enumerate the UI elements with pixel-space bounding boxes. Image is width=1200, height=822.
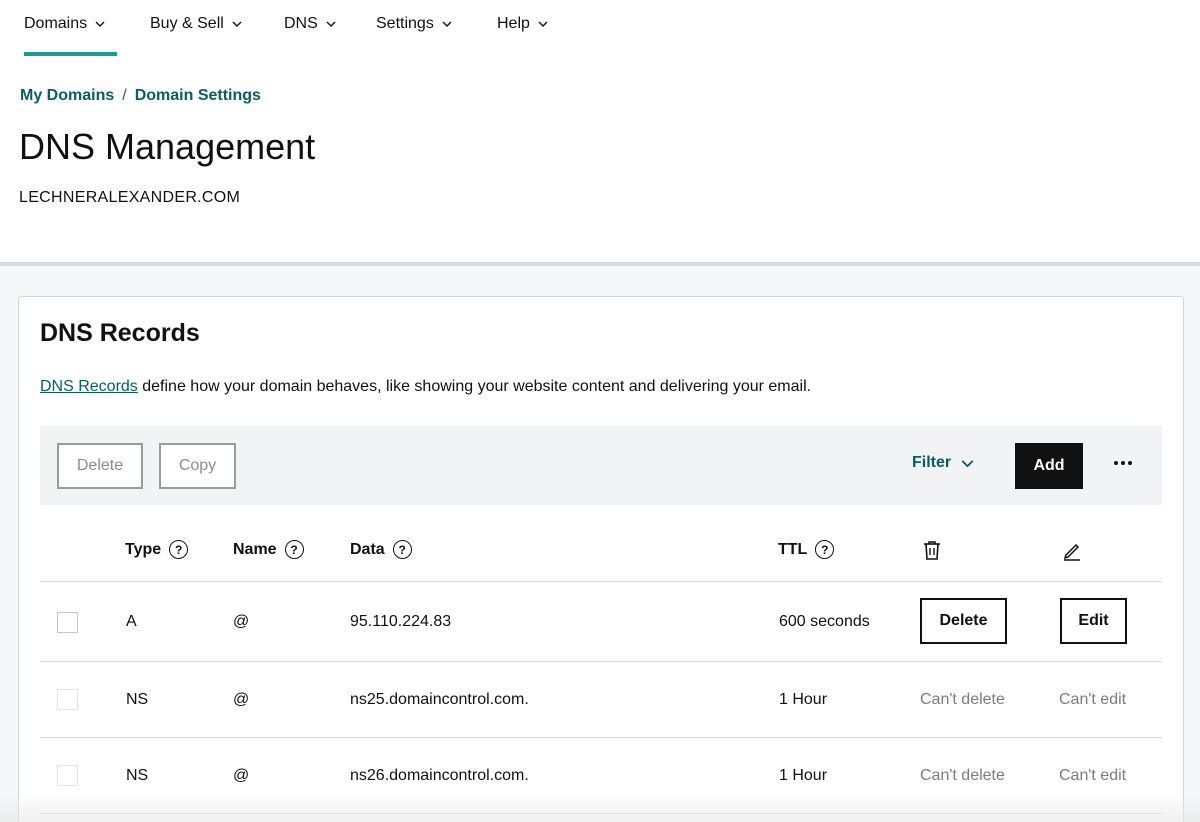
record-data: ns26.domaincontrol.com. [350,767,529,784]
row-checkbox[interactable] [57,612,78,633]
column-header-label: TTL [778,540,808,558]
record-type: NS [126,767,149,784]
chevron-down-icon [326,21,336,27]
nav-item-domains[interactable]: Domains [24,12,105,36]
table-divider [40,737,1162,738]
record-ttl: 1 Hour [779,691,828,708]
delete-selected-button[interactable]: Delete [57,443,143,489]
nav-item-label: Buy & Sell [150,15,224,32]
column-header-data: Data ? [350,540,412,559]
row-checkbox [57,765,78,786]
cant-edit-label: Can't edit [1059,767,1127,784]
record-ttl: 600 seconds [779,613,870,630]
nav-item-label: DNS [284,15,318,32]
record-data: ns25.domaincontrol.com. [350,691,529,708]
record-ttl: 1 Hour [779,767,828,784]
record-name: @ [233,767,250,784]
filter-dropdown[interactable]: Filter [912,454,974,472]
help-icon[interactable]: ? [815,540,835,559]
copy-selected-button[interactable]: Copy [159,443,236,489]
table-divider [40,661,1162,662]
filter-label: Filter [912,454,952,471]
column-header-type: Type ? [125,540,189,559]
trash-icon [924,541,940,560]
cant-edit-label: Can't edit [1059,691,1127,708]
chevron-down-icon [232,21,242,27]
cant-delete-label: Can't delete [920,767,1005,784]
table-divider [40,581,1162,582]
record-name: @ [233,613,250,630]
column-header-label: Name [233,540,277,558]
nav-item-help[interactable]: Help [497,12,548,36]
row-checkbox [57,689,78,710]
column-header-ttl: TTL ? [778,540,835,559]
nav-item-dns[interactable]: DNS [284,12,336,36]
delete-record-button[interactable]: Delete [920,598,1007,644]
breadcrumb-my-domains[interactable]: My Domains [20,87,114,105]
help-icon[interactable]: ? [169,540,189,559]
add-record-button[interactable]: Add [1015,443,1083,489]
scroll-fade [0,792,1200,822]
chevron-down-icon [95,21,105,27]
column-header-name: Name ? [233,540,304,559]
dns-records-link[interactable]: DNS Records [40,378,138,395]
chevron-down-icon [538,21,548,27]
dns-records-card: DNS Records DNS Records define how your … [18,296,1184,822]
record-name: @ [233,691,250,708]
column-header-label: Type [125,540,162,558]
breadcrumb-separator: / [122,87,127,104]
record-type: NS [126,691,149,708]
description-text: define how your domain behaves, like sho… [137,378,812,395]
nav-item-label: Domains [24,15,88,32]
records-description: DNS Records define how your domain behav… [40,378,811,396]
record-type: A [126,613,137,630]
breadcrumb-domain-settings[interactable]: Domain Settings [135,87,261,105]
chevron-down-icon [442,21,452,27]
records-toolbar: Delete Copy Filter Add [40,426,1162,505]
more-horizontal-icon[interactable] [1112,452,1134,474]
page-title: DNS Management [19,126,316,167]
nav-item-label: Settings [376,15,434,32]
card-title: DNS Records [40,319,200,347]
pencil-icon [1063,543,1080,561]
nav-item-settings[interactable]: Settings [376,12,452,36]
breadcrumb: My Domains / Domain Settings [20,87,261,105]
edit-record-button[interactable]: Edit [1060,598,1127,644]
chevron-down-icon [961,459,974,467]
nav-active-indicator [24,52,117,56]
header-area: Domains Buy & Sell DNS Settings Help My … [0,0,1200,262]
column-header-label: Data [350,540,385,558]
nav-item-label: Help [497,15,530,32]
help-icon[interactable]: ? [392,540,412,559]
domain-name: LECHNERALEXANDER.COM [19,189,241,206]
header-divider [0,262,1200,266]
record-data: 95.110.224.83 [350,613,452,630]
nav-item-buy-sell[interactable]: Buy & Sell [150,12,242,36]
cant-delete-label: Can't delete [920,691,1005,708]
help-icon[interactable]: ? [284,540,304,559]
top-nav: Domains Buy & Sell DNS Settings Help [0,0,1200,56]
